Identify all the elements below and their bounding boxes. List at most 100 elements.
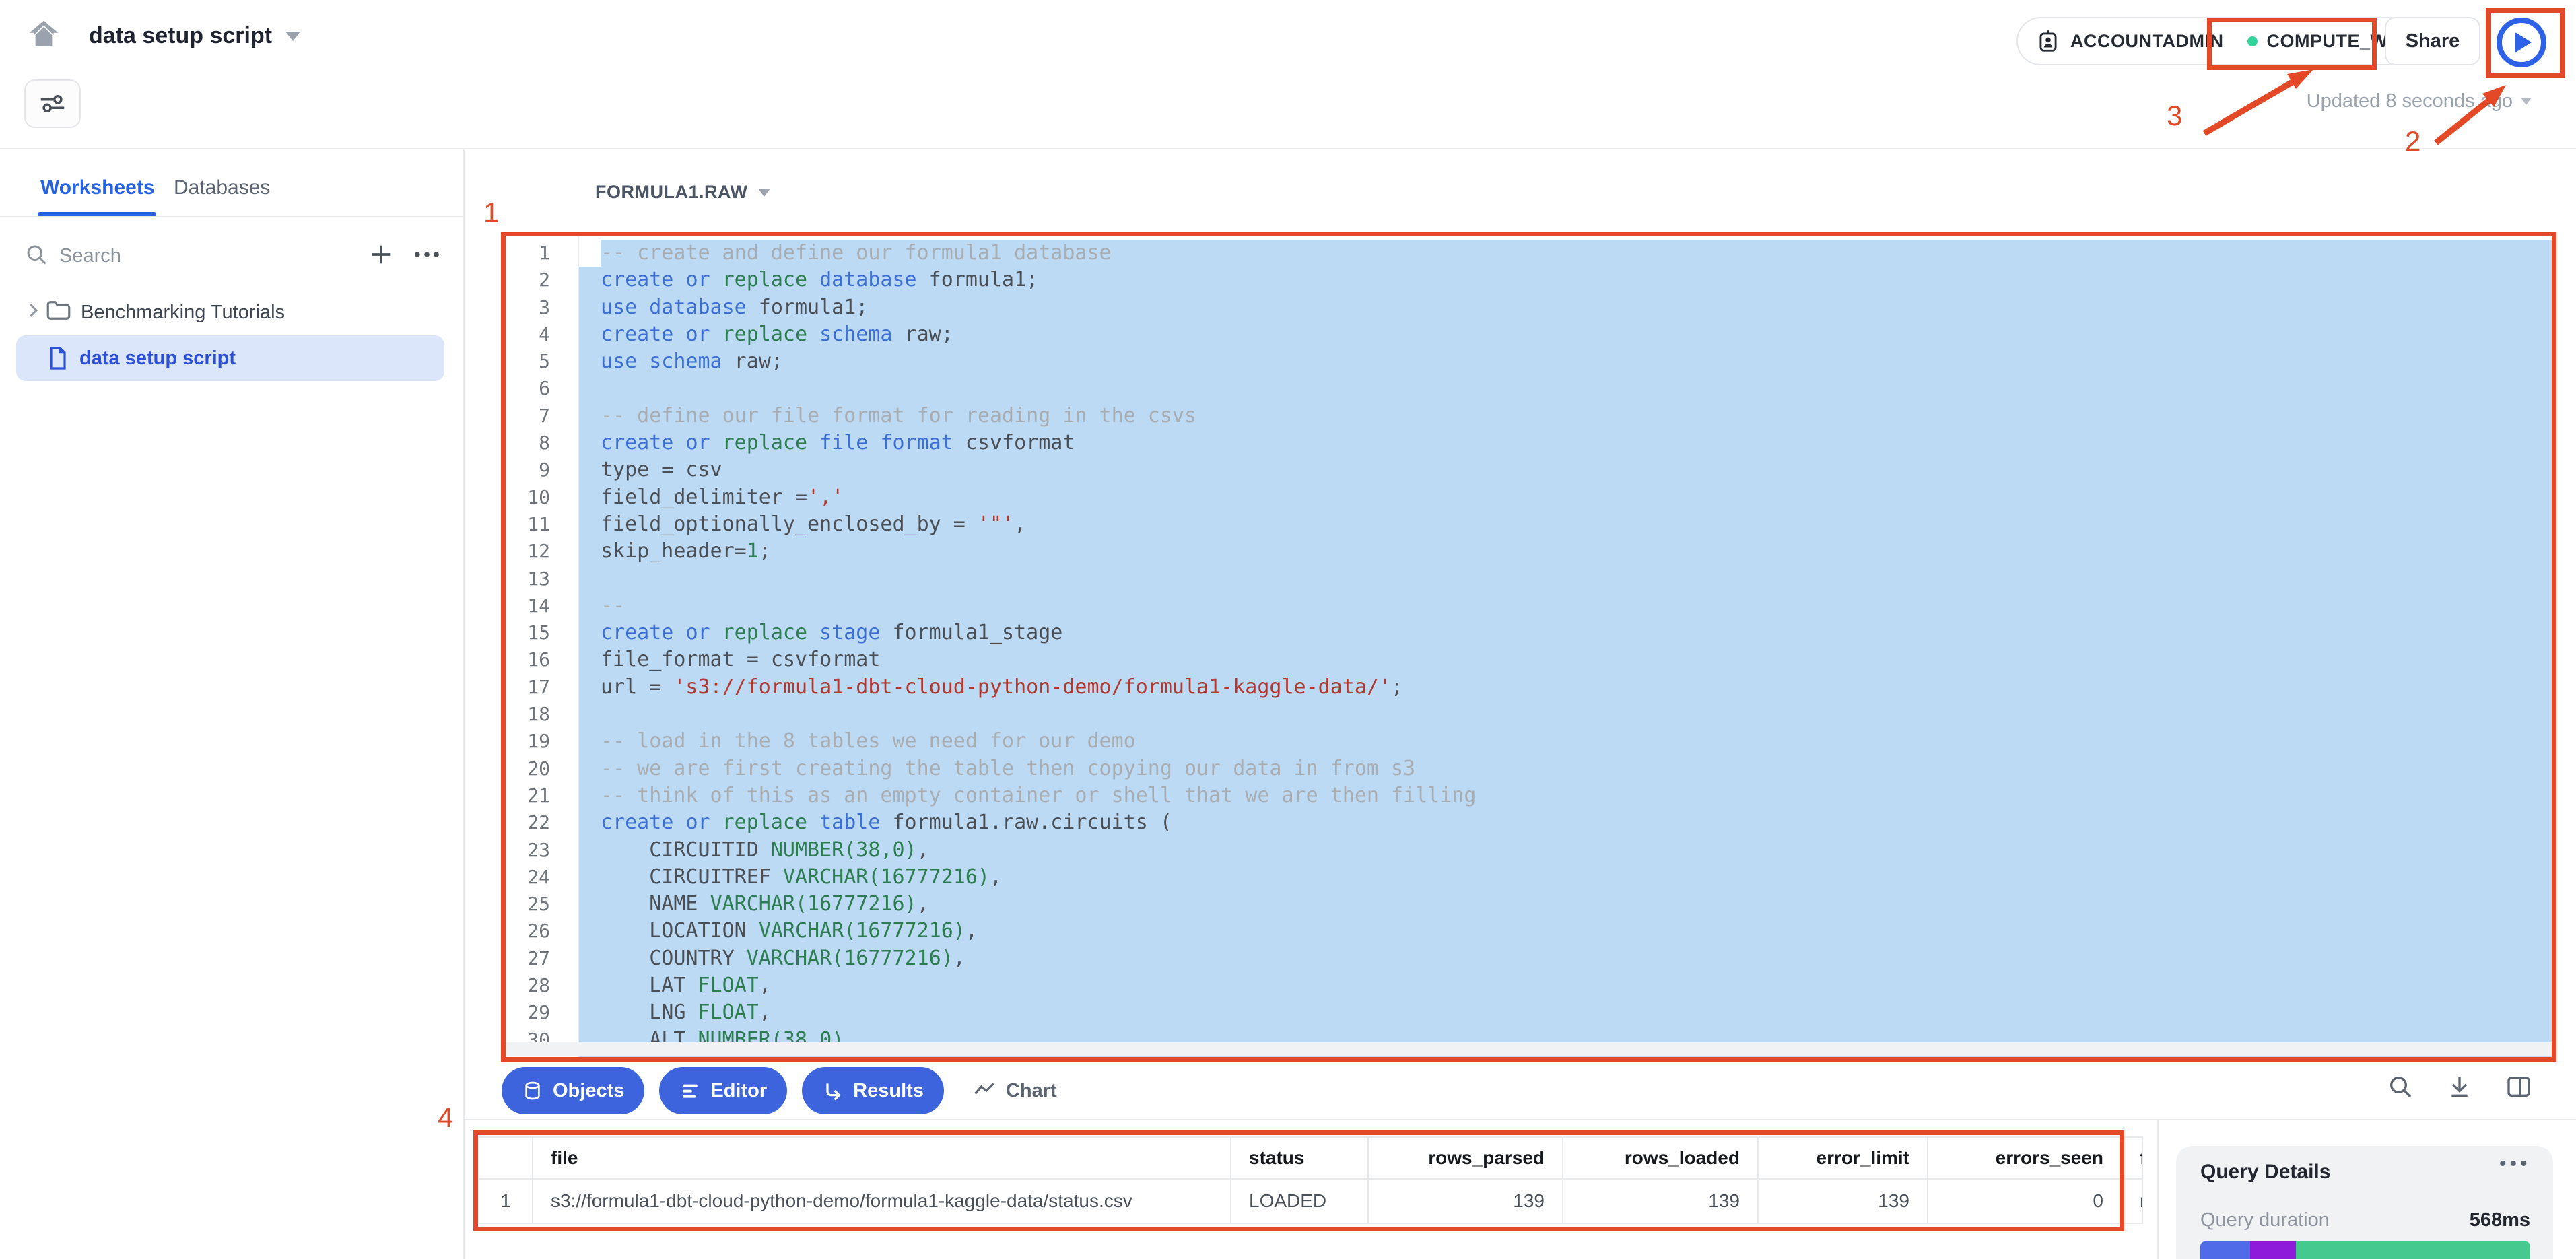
table-cell: 0 bbox=[1928, 1180, 2122, 1223]
code-line[interactable]: create or replace schema raw; bbox=[579, 321, 2552, 348]
code-line[interactable]: LAT FLOAT, bbox=[579, 972, 2552, 999]
column-header[interactable]: rows_parsed bbox=[1369, 1138, 1563, 1180]
chart-icon bbox=[972, 1079, 996, 1103]
sidebar-item-benchmarking-tutorials[interactable]: Benchmarking Tutorials bbox=[81, 302, 285, 324]
code-line[interactable]: -- define our file format for reading in… bbox=[579, 403, 2552, 430]
annotation-label-2: 2 bbox=[2405, 125, 2420, 158]
line-number: 25 bbox=[506, 891, 550, 918]
code-line[interactable]: create or replace stage formula1_stage bbox=[579, 619, 2552, 646]
line-number: 28 bbox=[506, 972, 550, 999]
results-table[interactable]: filestatusrows_parsedrows_loadederror_li… bbox=[478, 1136, 2143, 1224]
query-duration-label: Query duration bbox=[2200, 1209, 2330, 1231]
table-cell: 139 bbox=[1759, 1180, 1928, 1223]
share-label: Share bbox=[2406, 30, 2460, 53]
column-header[interactable]: file bbox=[533, 1138, 1231, 1180]
user-badge-icon bbox=[2035, 28, 2061, 54]
code-line[interactable]: url = 's3://formula1-dbt-cloud-python-de… bbox=[579, 674, 2552, 701]
code-line[interactable]: create or replace table formula1.raw.cir… bbox=[579, 809, 2552, 836]
code-line[interactable]: -- create and define our formula1 databa… bbox=[601, 240, 2552, 267]
code-area[interactable]: -- create and define our formula1 databa… bbox=[579, 240, 2552, 1057]
code-line[interactable]: NAME VARCHAR(16777216), bbox=[579, 891, 2552, 918]
query-details-menu[interactable]: ••• bbox=[2499, 1153, 2531, 1176]
table-row[interactable]: 1s3://formula1-dbt-cloud-python-demo/for… bbox=[479, 1180, 2142, 1223]
ellipsis-icon bbox=[412, 241, 442, 268]
query-details-title: Query Details bbox=[2200, 1161, 2330, 1184]
new-worksheet-button[interactable] bbox=[368, 241, 395, 271]
folder-chevron-icon[interactable] bbox=[23, 300, 43, 324]
updated-text: Updated 8 seconds ago bbox=[2307, 90, 2513, 112]
objects-label: Objects bbox=[553, 1080, 624, 1102]
column-header[interactable]: rows_loaded bbox=[1563, 1138, 1759, 1180]
results-button[interactable]: Results bbox=[802, 1067, 944, 1114]
updated-status[interactable]: Updated 8 seconds ago bbox=[2087, 90, 2532, 112]
code-line[interactable]: LNG FLOAT, bbox=[579, 999, 2552, 1026]
line-number: 20 bbox=[506, 755, 550, 782]
line-number: 21 bbox=[506, 782, 550, 809]
code-line[interactable]: COUNTRY VARCHAR(16777216), bbox=[579, 945, 2552, 972]
code-line[interactable]: LOCATION VARCHAR(16777216), bbox=[579, 918, 2552, 945]
search-results-icon[interactable] bbox=[2387, 1073, 2414, 1100]
code-line[interactable]: -- bbox=[579, 592, 2552, 619]
sidebar-more-button[interactable] bbox=[412, 241, 442, 271]
filters-button[interactable] bbox=[24, 79, 81, 128]
chart-label: Chart bbox=[1006, 1080, 1057, 1102]
code-line[interactable]: type = csv bbox=[579, 456, 2552, 483]
code-line[interactable]: -- we are first creating the table then … bbox=[579, 755, 2552, 782]
table-cell: 139 bbox=[1563, 1180, 1759, 1223]
worksheet-title-menu[interactable]: data setup script bbox=[89, 23, 300, 49]
code-line[interactable]: CIRCUITID NUMBER(38,0), bbox=[579, 837, 2552, 864]
editor-label: Editor bbox=[710, 1080, 767, 1102]
column-header[interactable]: errors_seen bbox=[1928, 1138, 2122, 1180]
code-line[interactable]: -- load in the 8 tables we need for our … bbox=[579, 728, 2552, 755]
code-line[interactable]: file_format = csvformat bbox=[579, 646, 2552, 673]
objects-button[interactable]: Objects bbox=[502, 1067, 644, 1114]
sliders-icon bbox=[38, 89, 67, 118]
line-number: 12 bbox=[506, 538, 550, 565]
play-icon bbox=[2515, 32, 2532, 53]
editor-horizontal-scrollbar[interactable] bbox=[506, 1042, 2552, 1056]
code-line[interactable]: skip_header=1; bbox=[579, 538, 2552, 565]
share-button[interactable]: Share bbox=[2385, 17, 2480, 65]
table-header-row: filestatusrows_parsedrows_loadederror_li… bbox=[479, 1138, 2142, 1180]
tab-worksheets[interactable]: Worksheets bbox=[40, 176, 155, 199]
column-header[interactable] bbox=[479, 1138, 533, 1180]
table-cell: s3://formula1-dbt-cloud-python-demo/form… bbox=[533, 1180, 1231, 1223]
line-number-gutter: 1234567891011121314151617181920212223242… bbox=[506, 240, 550, 1057]
column-header[interactable]: status bbox=[1231, 1138, 1369, 1180]
line-number: 29 bbox=[506, 999, 550, 1026]
code-line[interactable]: -- think of this as an empty container o… bbox=[579, 782, 2552, 809]
database-icon bbox=[522, 1080, 543, 1101]
run-query-button[interactable] bbox=[2497, 18, 2546, 67]
code-line[interactable]: create or replace file format csvformat bbox=[579, 430, 2552, 456]
code-line[interactable]: use database formula1; bbox=[579, 294, 2552, 321]
warehouse-selector[interactable]: COMPUTE_WH bbox=[2266, 31, 2401, 52]
sql-editor[interactable]: 1234567891011121314151617181920212223242… bbox=[506, 236, 2552, 1057]
code-line[interactable] bbox=[579, 566, 2552, 592]
search-input[interactable]: Search bbox=[59, 245, 121, 267]
code-line[interactable]: use schema raw; bbox=[579, 348, 2552, 375]
query-duration-bar bbox=[2200, 1241, 2530, 1259]
split-columns-icon[interactable] bbox=[2505, 1073, 2532, 1100]
code-line[interactable]: CIRCUITREF VARCHAR(16777216), bbox=[579, 864, 2552, 891]
role-selector[interactable]: ACCOUNTADMIN bbox=[2070, 31, 2223, 52]
editor-button[interactable]: Editor bbox=[659, 1067, 787, 1114]
code-line[interactable]: field_delimiter =',' bbox=[579, 484, 2552, 511]
code-line[interactable]: field_optionally_enclosed_by = '"', bbox=[579, 511, 2552, 538]
download-icon[interactable] bbox=[2446, 1073, 2473, 1100]
column-header[interactable]: error_limit bbox=[1759, 1138, 1928, 1180]
context-pill[interactable]: ACCOUNTADMIN COMPUTE_WH bbox=[2016, 17, 2420, 65]
column-header[interactable]: fi bbox=[2122, 1138, 2143, 1180]
line-number: 14 bbox=[506, 592, 550, 619]
table-body: 1s3://formula1-dbt-cloud-python-demo/for… bbox=[479, 1180, 2142, 1223]
code-line[interactable] bbox=[579, 375, 2552, 402]
code-line[interactable]: create or replace database formula1; bbox=[579, 267, 2552, 294]
code-line[interactable] bbox=[579, 701, 2552, 728]
home-icon[interactable] bbox=[26, 16, 62, 56]
duration-bar-segment bbox=[2296, 1241, 2530, 1259]
sidebar-item-data-setup-script[interactable]: data setup script bbox=[79, 347, 236, 370]
worksheet-context-selector[interactable]: FORMULA1.RAW bbox=[595, 182, 770, 203]
tab-databases[interactable]: Databases bbox=[174, 176, 270, 199]
chart-toggle[interactable]: Chart bbox=[972, 1079, 1057, 1103]
line-number: 15 bbox=[506, 619, 550, 646]
chevron-down-icon bbox=[2521, 98, 2532, 105]
